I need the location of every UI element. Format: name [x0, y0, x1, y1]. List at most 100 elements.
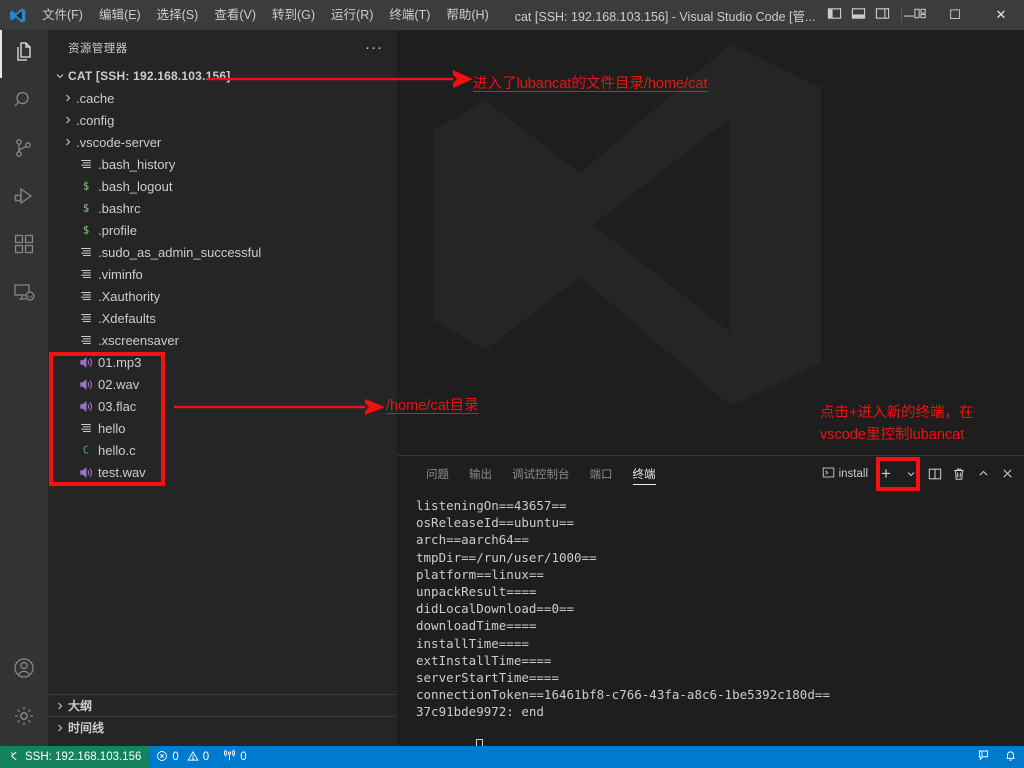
tree-root-cat[interactable]: CAT [SSH: 192.168.103.156] [48, 65, 397, 87]
vscode-watermark-logo [408, 30, 838, 445]
tree-item-xdefaults[interactable]: .Xdefaults [48, 307, 397, 329]
tree-item-01-mp3[interactable]: 01.mp3 [48, 351, 397, 373]
tree-item-cache[interactable]: .cache [48, 87, 397, 109]
text-file-icon [76, 245, 96, 259]
tree-item-xscreensaver[interactable]: .xscreensaver [48, 329, 397, 351]
radio-tower-icon [223, 749, 236, 765]
sidebar-more-actions-icon[interactable]: ··· [365, 40, 383, 55]
bottom-panel: 问题 输出 调试控制台 端口 终端 install + listeningOn=… [398, 455, 1024, 748]
warning-icon [187, 750, 199, 765]
status-bar: SSH: 192.168.103.156 0 0 0 [0, 746, 1024, 768]
tree-item-label: test.wav [98, 464, 146, 480]
activity-extensions[interactable] [0, 222, 48, 270]
menu-go[interactable]: 转到(G) [264, 0, 323, 30]
menu-edit[interactable]: 编辑(E) [91, 0, 149, 30]
toggle-panel-icon[interactable] [851, 6, 866, 24]
tree-item-viminfo[interactable]: .viminfo [48, 263, 397, 285]
search-icon [12, 88, 36, 117]
window-title: cat [SSH: 192.168.103.156] - Visual Stud… [514, 9, 816, 24]
menu-file[interactable]: 文件(F) [34, 0, 91, 30]
tree-item-hello[interactable]: hello [48, 417, 397, 439]
tree-item-label: .Xauthority [98, 288, 161, 304]
activity-remote-explorer[interactable]: >< [0, 270, 48, 318]
activity-settings[interactable] [0, 694, 48, 742]
vscode-logo-icon [0, 7, 34, 24]
tree-item-02-wav[interactable]: 02.wav [48, 373, 397, 395]
tree-item-xauthority[interactable]: .Xauthority [48, 285, 397, 307]
toggle-primary-sidebar-icon[interactable] [827, 6, 842, 24]
terminal-selector[interactable]: install [818, 466, 872, 482]
tree-item-bash-logout[interactable]: $ .bash_logout [48, 175, 397, 197]
menu-view[interactable]: 查看(V) [206, 0, 264, 30]
status-ports[interactable]: 0 [216, 746, 253, 768]
status-problems[interactable]: 0 0 [149, 746, 216, 768]
status-right-group [970, 746, 1024, 768]
maximize-button[interactable]: ☐ [932, 0, 978, 30]
panel-tab-bar[interactable]: 问题 输出 调试控制台 端口 终端 install + [398, 456, 1024, 491]
activity-accounts[interactable] [0, 646, 48, 694]
status-remote-host[interactable]: SSH: 192.168.103.156 [0, 746, 150, 768]
close-panel-close-icon[interactable] [996, 463, 1018, 485]
c-file-icon: C [76, 443, 96, 457]
terminal-line: listeningOn==43657== [416, 498, 567, 513]
tree-item-label: 02.wav [98, 376, 140, 392]
menu-terminal[interactable]: 终端(T) [381, 0, 438, 30]
files-icon [12, 40, 36, 69]
shell-file-icon: $ [76, 223, 96, 237]
maximize-panel-chevron-up-icon[interactable] [972, 463, 994, 485]
tree-item-label: .viminfo [98, 266, 143, 282]
menu-run[interactable]: 运行(R) [323, 0, 381, 30]
terminal-line: unpackResult==== [416, 584, 537, 600]
activity-search[interactable] [0, 78, 48, 126]
svg-text:$: $ [83, 181, 89, 193]
editor-area [398, 30, 1024, 455]
tree-item-hello-c[interactable]: Chello.c [48, 439, 397, 461]
new-terminal-dropdown-chevron-down-icon[interactable] [900, 463, 922, 485]
tab-terminal[interactable]: 终端 [623, 456, 666, 491]
close-button[interactable]: ✕ [978, 0, 1024, 30]
tree-item-test-wav[interactable]: test.wav [48, 461, 397, 483]
minimize-button[interactable]: ─ [886, 0, 932, 30]
shell-file-icon: $ [76, 179, 96, 193]
text-file-icon [76, 267, 96, 281]
split-terminal-button[interactable] [924, 463, 946, 485]
tree-item-label: .config [76, 112, 115, 128]
shell-file-icon: $ [76, 201, 96, 215]
sidebar-section-outline-label: 大纲 [68, 699, 93, 713]
tree-item-config[interactable]: .config [48, 109, 397, 131]
bell-icon [1004, 749, 1017, 765]
file-tree[interactable]: CAT [SSH: 192.168.103.156] .cache .config… [48, 65, 397, 692]
tab-problems[interactable]: 问题 [416, 456, 459, 491]
panel-actions[interactable]: install + [818, 456, 1018, 491]
menu-selection[interactable]: 选择(S) [149, 0, 207, 30]
status-notifications[interactable] [997, 746, 1024, 768]
tree-item-profile[interactable]: $ .profile [48, 219, 397, 241]
audio-file-icon [76, 377, 96, 392]
activity-run-debug[interactable] [0, 174, 48, 222]
sidebar-section-outline[interactable]: 大纲 [48, 694, 397, 716]
terminal-output[interactable]: listeningOn==43657== osReleaseId==ubuntu=… [398, 491, 1024, 748]
status-feedback[interactable] [970, 746, 997, 768]
activity-explorer[interactable] [0, 30, 48, 78]
tree-item-03-flac[interactable]: 03.flac [48, 395, 397, 417]
activity-source-control[interactable] [0, 126, 48, 174]
terminal-line: downloadTime==== [416, 618, 537, 634]
remote-explorer-icon: >< [12, 280, 36, 309]
kill-terminal-trash-icon[interactable] [948, 463, 970, 485]
audio-file-icon [76, 465, 96, 480]
window-controls[interactable]: ─ ☐ ✕ [886, 0, 1024, 30]
terminal-line: didLocalDownload==0== [416, 601, 575, 617]
tree-item-vscode-server[interactable]: .vscode-server [48, 131, 397, 153]
tree-item-bashrc[interactable]: $ .bashrc [48, 197, 397, 219]
tab-ports[interactable]: 端口 [580, 456, 623, 491]
new-terminal-button[interactable]: + [874, 463, 898, 485]
status-ports-count: 0 [240, 751, 247, 763]
tree-item-sudo-as-admin-successful[interactable]: .sudo_as_admin_successful [48, 241, 397, 263]
tree-item-bash-history[interactable]: .bash_history [48, 153, 397, 175]
sidebar-section-timeline[interactable]: 时间线 [48, 716, 397, 738]
tab-debug-console[interactable]: 调试控制台 [502, 456, 580, 491]
tree-item-label: .bash_history [98, 156, 176, 172]
menu-help[interactable]: 帮助(H) [438, 0, 496, 30]
menu-bar[interactable]: 文件(F) 编辑(E) 选择(S) 查看(V) 转到(G) 运行(R) 终端(T… [34, 0, 497, 30]
tab-output[interactable]: 输出 [459, 456, 502, 491]
